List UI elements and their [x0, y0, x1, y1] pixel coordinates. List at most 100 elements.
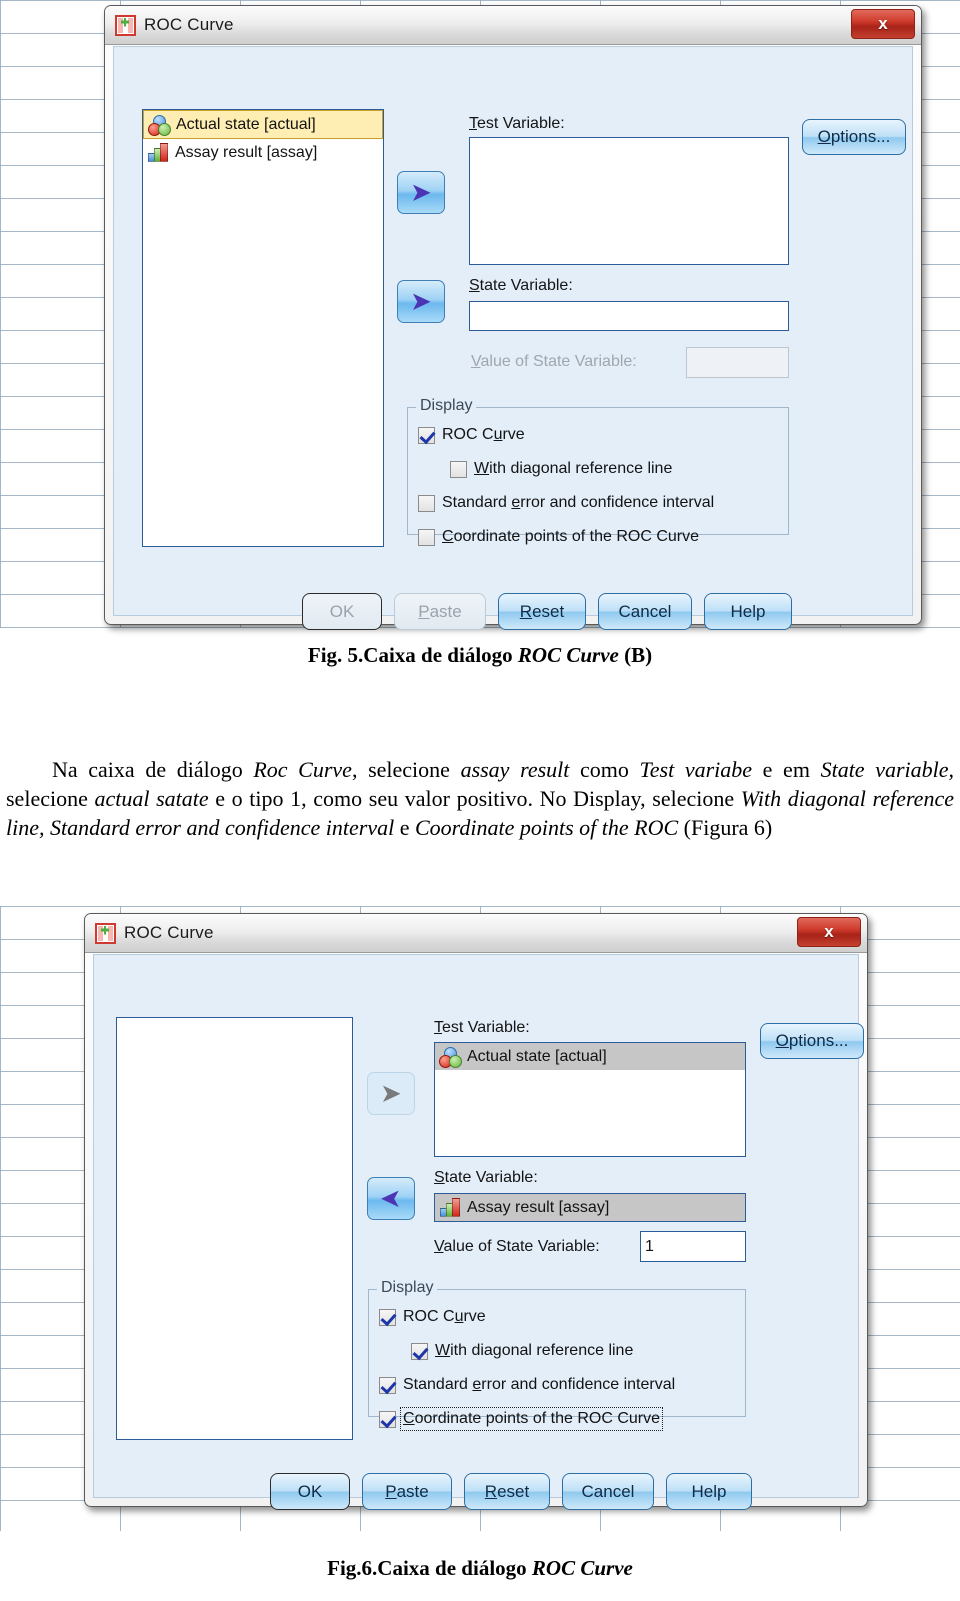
list-item-label: Assay result [assay] — [175, 143, 318, 161]
reset-button-label-rest: eset — [497, 1481, 530, 1501]
state-variable-label-rest: tate Variable: — [479, 277, 573, 294]
reset-button[interactable]: Reset — [464, 1473, 550, 1510]
checkbox-standard-error-label: Standard error and confidence interval — [442, 494, 715, 511]
options-button[interactable]: Options... — [802, 119, 906, 155]
dialog-c-body: ➤ ➤ Test Variable: Actual state [actual]… — [93, 954, 864, 1510]
dialog-b-body: Actual state [actual] Assay result [assa… — [113, 46, 913, 630]
checkbox-diagonal-reference-line[interactable]: With diagonal reference line — [411, 1342, 633, 1360]
checkbox-standard-error-box[interactable] — [379, 1376, 396, 1394]
move-to-state-variable-button[interactable]: ➤ — [367, 1177, 415, 1220]
list-item-label: Actual state [actual] — [467, 1047, 607, 1065]
figure-5-caption-prefix: Fig. 5.Caixa de diálogo — [307, 643, 518, 667]
checkbox-roc-curve[interactable]: ROC Curve — [379, 1308, 486, 1326]
ok-button-label: OK — [297, 1481, 323, 1501]
arrow-right-icon: ➤ — [411, 288, 431, 314]
figure-5-caption-italic: ROC Curve — [517, 643, 619, 667]
paste-button-label-rest: aste — [396, 1481, 429, 1501]
state-variable-field[interactable] — [469, 301, 789, 331]
figure-5-caption-suffix: (B) — [618, 643, 653, 667]
body-paragraph: Na caixa de diálogo Roc Curve, selecione… — [6, 755, 954, 842]
arrow-right-icon: ➤ — [381, 1080, 401, 1106]
nominal-variable-icon — [148, 114, 171, 136]
reset-button[interactable]: Reset — [498, 593, 586, 630]
help-button-label: Help — [730, 601, 766, 621]
checkbox-roc-curve-box[interactable] — [418, 426, 435, 444]
list-item[interactable]: Actual state [actual] — [143, 110, 383, 139]
dialog-b-titlebar[interactable]: ROC Curve x — [105, 6, 921, 45]
move-to-test-variable-button[interactable]: ➤ — [367, 1072, 415, 1115]
checkbox-diagonal-reference-line-box[interactable] — [411, 1342, 428, 1360]
checkbox-coordinate-points[interactable]: Coordinate points of the ROC Curve — [379, 1407, 664, 1431]
source-variable-list[interactable]: Actual state [actual] Assay result [assa… — [142, 109, 384, 547]
checkbox-standard-error-box[interactable] — [418, 494, 435, 512]
paste-button[interactable]: Paste — [394, 593, 486, 630]
arrow-left-icon: ➤ — [381, 1185, 401, 1211]
list-item[interactable]: Assay result [assay] — [143, 139, 383, 166]
roc-curve-dialog-c[interactable]: ROC Curve x ➤ ➤ Test Variable: Actual st… — [84, 913, 868, 1510]
figure-5-caption: Fig. 5.Caixa de diálogo ROC Curve (B) — [0, 643, 960, 668]
state-variable-label-rest: tate Variable: — [444, 1169, 538, 1186]
p-i3: Test variabe — [639, 757, 753, 782]
value-of-state-variable-label: Value of State Variable: — [471, 353, 637, 370]
list-item[interactable]: Assay result [assay] — [435, 1194, 745, 1221]
dialog-c-title: ROC Curve — [124, 923, 214, 942]
checkbox-standard-error[interactable]: Standard error and confidence interval — [418, 494, 714, 512]
move-to-state-variable-button[interactable]: ➤ — [397, 280, 445, 323]
p-t8: (Figura 6) — [678, 815, 773, 840]
test-variable-list[interactable]: Actual state [actual] — [434, 1042, 746, 1157]
options-button-label-rest: ptions... — [788, 1031, 849, 1050]
list-item-label: Assay result [assay] — [467, 1198, 610, 1216]
checkbox-diagonal-reference-line-label: With diagonal reference line — [435, 1342, 634, 1359]
checkbox-roc-curve[interactable]: ROC Curve — [418, 426, 525, 444]
checkbox-coordinate-points-box[interactable] — [379, 1410, 396, 1428]
spss-data-icon — [95, 922, 116, 944]
value-of-state-variable-label-rest: alue of State Variable: — [443, 1238, 600, 1255]
test-variable-label-rest: est Variable: — [442, 1019, 530, 1036]
help-button[interactable]: Help — [666, 1473, 752, 1510]
cancel-button-label: Cancel — [618, 601, 672, 621]
ok-button[interactable]: OK — [270, 1473, 350, 1510]
p-t5: selecione — [6, 786, 95, 811]
checkbox-coordinate-points-label: Coordinate points of the ROC Curve — [442, 528, 700, 545]
p-i7: Coordinate points of the ROC — [414, 815, 679, 840]
checkbox-diagonal-reference-line-box[interactable] — [450, 460, 467, 478]
test-variable-list[interactable] — [469, 137, 789, 265]
state-variable-field[interactable]: Assay result [assay] — [434, 1193, 746, 1222]
state-variable-label: State Variable: — [434, 1169, 538, 1186]
dialog-c-titlebar[interactable]: ROC Curve x — [85, 914, 867, 953]
checkbox-coordinate-points-box[interactable] — [418, 528, 435, 546]
spss-data-icon — [115, 14, 136, 36]
source-variable-list[interactable] — [116, 1017, 353, 1440]
nominal-variable-icon — [439, 1046, 462, 1068]
ok-button[interactable]: OK — [302, 593, 382, 630]
checkbox-diagonal-reference-line[interactable]: With diagonal reference line — [450, 460, 672, 478]
value-of-state-variable-label: Value of State Variable: — [434, 1238, 600, 1255]
options-button[interactable]: Options... — [760, 1023, 864, 1059]
p-i4: State variable, — [820, 757, 955, 782]
paste-button[interactable]: Paste — [362, 1473, 452, 1510]
list-item[interactable]: Actual state [actual] — [435, 1043, 745, 1070]
checkbox-coordinate-points[interactable]: Coordinate points of the ROC Curve — [418, 528, 699, 546]
help-button[interactable]: Help — [704, 593, 792, 630]
dialog-b-button-row: OK Paste Reset Cancel Help — [302, 593, 792, 630]
p-t7: e — [394, 815, 415, 840]
cancel-button-label: Cancel — [581, 1481, 635, 1501]
close-icon[interactable]: x — [797, 917, 861, 947]
cancel-button[interactable]: Cancel — [562, 1473, 654, 1510]
p-i2: assay result — [460, 757, 570, 782]
move-to-test-variable-button[interactable]: ➤ — [397, 171, 445, 214]
figure-6-caption: Fig.6.Caixa de diálogo ROC Curve — [0, 1556, 960, 1581]
value-of-state-variable-field[interactable]: 1 — [640, 1231, 746, 1262]
figure-6-caption-prefix: Fig.6.Caixa de diálogo — [327, 1556, 532, 1580]
checkbox-roc-curve-box[interactable] — [379, 1308, 396, 1326]
test-variable-label: Test Variable: — [469, 115, 565, 132]
checkbox-standard-error[interactable]: Standard error and confidence interval — [379, 1376, 675, 1394]
test-variable-label: Test Variable: — [434, 1019, 530, 1036]
cancel-button[interactable]: Cancel — [598, 593, 692, 630]
close-icon[interactable]: x — [851, 9, 915, 39]
value-of-state-variable-field[interactable] — [686, 347, 789, 378]
state-variable-label: State Variable: — [469, 277, 573, 294]
roc-curve-dialog-b[interactable]: ROC Curve x Actual state [actual] Assay … — [104, 5, 922, 630]
test-variable-label-rest: est Variable: — [477, 115, 565, 132]
display-group-title: Display — [416, 397, 477, 415]
